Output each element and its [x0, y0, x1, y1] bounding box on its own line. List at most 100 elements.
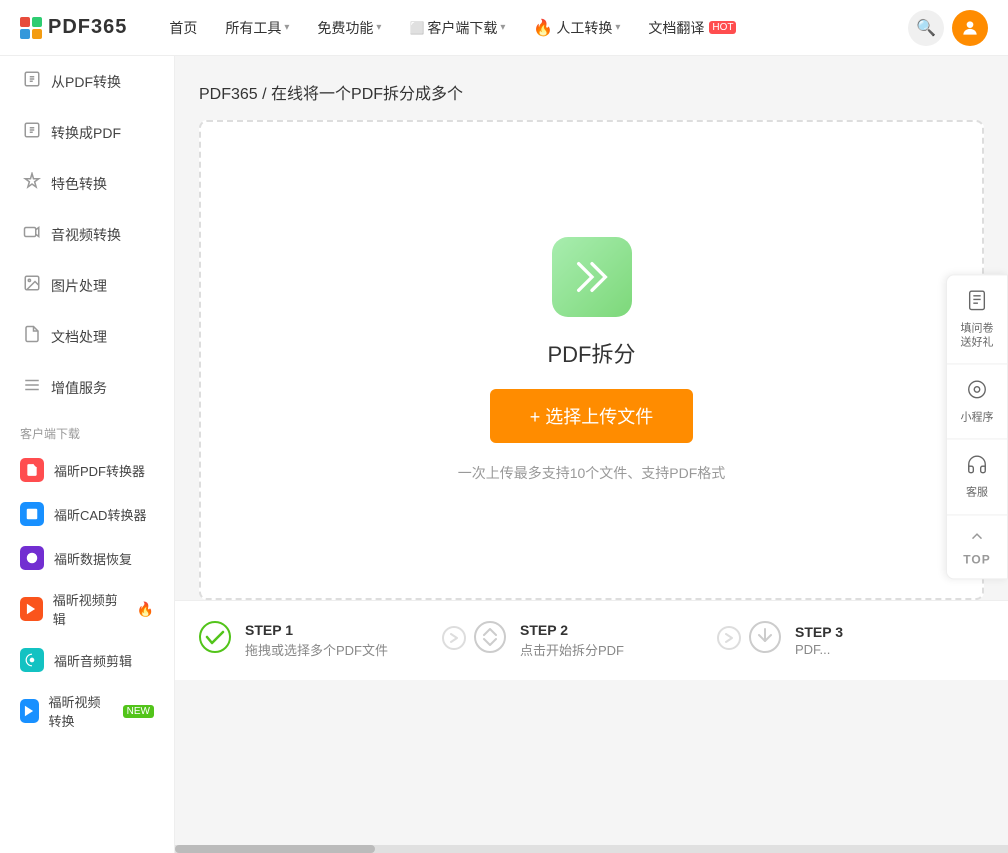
user-avatar[interactable] [952, 10, 988, 46]
survey-icon [966, 289, 988, 317]
convert-to-pdf-icon [23, 121, 41, 144]
horizontal-scrollbar[interactable] [175, 845, 1008, 853]
top-arrow-icon [968, 527, 986, 550]
sidebar-item-from-pdf[interactable]: 从PDF转换 [0, 56, 174, 107]
step3-desc: PDF... [795, 642, 843, 657]
sidebar-item-av[interactable]: 音视频转换 [0, 209, 174, 260]
nav-translate[interactable]: 文档翻译 HOT [636, 12, 748, 44]
step3-text: STEP 3 PDF... [795, 624, 843, 657]
right-float-panel: 填问卷送好礼 小程序 客服 TOP [946, 274, 1008, 579]
cad-converter-icon [20, 502, 44, 526]
sidebar-label-doc: 文档处理 [51, 327, 107, 347]
pdf-split-icon [552, 237, 632, 317]
sidebar-item-special[interactable]: 特色转换 [0, 158, 174, 209]
service-icon [966, 454, 988, 482]
breadcrumb-home[interactable]: PDF365 [199, 86, 258, 103]
video-editor-label: 福昕视频剪辑 [53, 590, 127, 628]
sidebar-item-value[interactable]: 增值服务 [0, 362, 174, 413]
logo[interactable]: PDF365 [20, 16, 127, 39]
cad-converter-label: 福昕CAD转换器 [54, 505, 146, 524]
content-inner: PDF365 / 在线将一个PDF拆分成多个 PDF拆分 + [175, 56, 1008, 600]
service-button[interactable]: 客服 [947, 440, 1007, 515]
step-arrow-1 [442, 626, 466, 656]
data-recovery-icon [20, 546, 44, 570]
video-editor-icon [20, 597, 43, 621]
pdf-converter-label: 福昕PDF转换器 [54, 461, 145, 480]
chevron-down-icon: ▾ [500, 22, 505, 33]
pdf-split-label: PDF拆分 [547, 337, 635, 369]
sidebar-app-video-convert[interactable]: 福昕视频转换 NEW [0, 682, 174, 740]
survey-button[interactable]: 填问卷送好礼 [947, 275, 1007, 365]
top-label: TOP [963, 552, 990, 566]
nav-free[interactable]: 免费功能 ▾ [305, 12, 393, 44]
sidebar-item-image[interactable]: 图片处理 [0, 260, 174, 311]
sidebar-label-special: 特色转换 [51, 174, 107, 194]
sidebar-label-value: 增值服务 [51, 378, 107, 398]
nav-all-tools[interactable]: 所有工具 ▾ [213, 12, 301, 44]
service-label: 客服 [966, 486, 988, 500]
top-navigation: PDF365 首页 所有工具 ▾ 免费功能 ▾ ⬜ 客户端下载 ▾ 🔥 人工转换… [0, 0, 1008, 56]
chevron-down-icon: ▾ [376, 22, 381, 33]
doc-icon [23, 325, 41, 348]
logo-icon [20, 17, 42, 39]
image-icon [23, 274, 41, 297]
step2-text: STEP 2 点击开始拆分PDF [520, 622, 624, 659]
steps-bar: STEP 1 拖拽或选择多个PDF文件 STEP 2 [175, 600, 1008, 680]
nav-home[interactable]: 首页 [157, 12, 209, 44]
sidebar-app-audio-editor[interactable]: 福昕音频剪辑 [0, 638, 174, 682]
data-recovery-label: 福昕数据恢复 [54, 549, 132, 568]
mini-app-label: 小程序 [961, 411, 994, 425]
chevron-down-icon: ▾ [615, 22, 620, 33]
sidebar: 从PDF转换 转换成PDF 特色转换 音视频转换 图片处理 [0, 56, 175, 853]
page-layout: 从PDF转换 转换成PDF 特色转换 音视频转换 图片处理 [0, 56, 1008, 853]
new-badge: NEW [123, 705, 154, 718]
upload-button[interactable]: + 选择上传文件 [490, 389, 694, 443]
step-2: STEP 2 点击开始拆分PDF [474, 621, 709, 660]
sidebar-label-from-pdf: 从PDF转换 [51, 72, 121, 92]
sidebar-item-to-pdf[interactable]: 转换成PDF [0, 107, 174, 158]
upload-area: PDF拆分 + 选择上传文件 一次上传最多支持10个文件、支持PDF格式 [199, 120, 984, 600]
sidebar-app-pdf-converter[interactable]: 福昕PDF转换器 [0, 448, 174, 492]
pdf-converter-icon [20, 458, 44, 482]
step2-icon [474, 621, 506, 660]
scrollbar-thumb[interactable] [175, 845, 375, 853]
upload-hint: 一次上传最多支持10个文件、支持PDF格式 [458, 463, 726, 483]
step1-text: STEP 1 拖拽或选择多个PDF文件 [245, 622, 388, 659]
search-button[interactable]: 🔍 [908, 10, 944, 46]
fire-icon: 🔥 [137, 601, 154, 618]
chevron-down-icon: ▾ [284, 22, 289, 33]
mini-app-icon [966, 379, 988, 407]
sidebar-app-data-recovery[interactable]: 福昕数据恢复 [0, 536, 174, 580]
logo-text: PDF365 [48, 16, 127, 39]
nav-manual[interactable]: 🔥 人工转换 ▾ [521, 12, 632, 44]
audio-editor-icon [20, 648, 44, 672]
main-content: PDF365 / 在线将一个PDF拆分成多个 PDF拆分 + [175, 56, 1008, 853]
step1-num: STEP 1 [245, 622, 388, 638]
audio-editor-label: 福昕音频剪辑 [54, 651, 132, 670]
sidebar-label-av: 音视频转换 [51, 225, 121, 245]
sidebar-label-to-pdf: 转换成PDF [51, 123, 121, 143]
sidebar-label-image: 图片处理 [51, 276, 107, 296]
survey-label: 填问卷送好礼 [961, 321, 994, 350]
nav-menu: 首页 所有工具 ▾ 免费功能 ▾ ⬜ 客户端下载 ▾ 🔥 人工转换 ▾ 文档翻译… [157, 12, 908, 44]
step3-num: STEP 3 [795, 624, 843, 640]
top-button[interactable]: TOP [947, 515, 1007, 578]
nav-download[interactable]: ⬜ 客户端下载 ▾ [397, 12, 517, 44]
convert-from-pdf-icon [23, 70, 41, 93]
sidebar-section-download: 客户端下载 [0, 413, 174, 448]
sidebar-app-cad-converter[interactable]: 福昕CAD转换器 [0, 492, 174, 536]
step3-icon [749, 621, 781, 660]
video-convert-icon [20, 699, 39, 723]
step1-icon [199, 621, 231, 660]
step-arrow-2 [717, 626, 741, 656]
breadcrumb: PDF365 / 在线将一个PDF拆分成多个 [199, 80, 984, 104]
sidebar-app-video-editor[interactable]: 福昕视频剪辑 🔥 [0, 580, 174, 638]
video-convert-label: 福昕视频转换 [49, 692, 109, 730]
sidebar-item-doc[interactable]: 文档处理 [0, 311, 174, 362]
step1-desc: 拖拽或选择多个PDF文件 [245, 640, 388, 659]
value-icon [23, 376, 41, 399]
mini-app-button[interactable]: 小程序 [947, 365, 1007, 440]
hot-badge: HOT [709, 21, 736, 34]
av-icon [23, 223, 41, 246]
step-1: STEP 1 拖拽或选择多个PDF文件 [199, 621, 434, 660]
